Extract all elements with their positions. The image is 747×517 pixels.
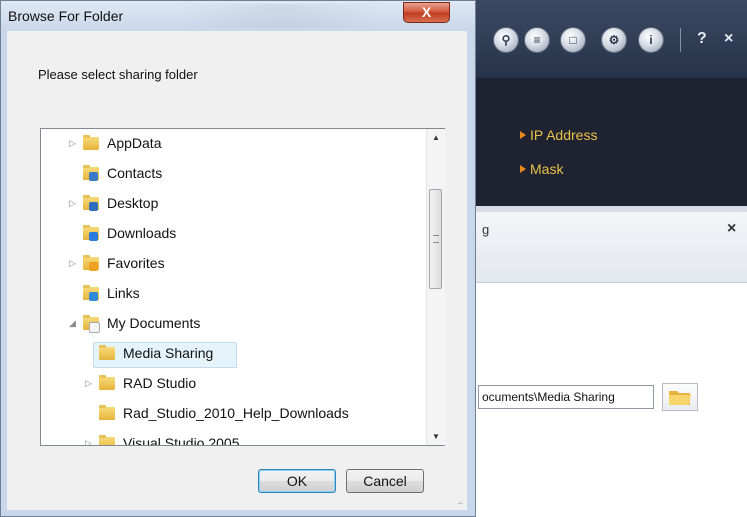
settings-panel-title: g xyxy=(482,222,490,237)
folder-tree[interactable]: ▷ AppData Contacts ▷ Desktop Downloads ▷ Favori… xyxy=(40,128,445,446)
expand-arrow-icon[interactable]: ▷ xyxy=(69,138,77,148)
tree-item[interactable]: Rad_Studio_2010_Help_Downloads xyxy=(41,401,426,427)
tree-item-label: AppData xyxy=(107,135,162,151)
tree-item[interactable]: ▷ RAD Studio xyxy=(41,371,426,397)
expand-arrow-icon xyxy=(85,408,93,418)
bullet-icon xyxy=(520,131,526,139)
expand-arrow-icon xyxy=(85,348,93,358)
tree-item-label: Favorites xyxy=(107,255,165,271)
tree-item[interactable]: ▷ Visual Studio 2005 xyxy=(41,431,426,446)
tree-item[interactable]: Media Sharing xyxy=(41,341,426,368)
help-button[interactable]: ? xyxy=(697,30,707,48)
gear-icon[interactable]: ⚙ xyxy=(601,27,627,53)
expand-arrow-icon xyxy=(69,288,77,298)
search-icon[interactable]: ⚲ xyxy=(493,27,519,53)
tree-item[interactable]: ▷ Desktop xyxy=(41,191,426,217)
ok-button[interactable]: OK xyxy=(258,469,336,493)
dialog-title: Browse For Folder xyxy=(8,8,124,24)
tree-item-label: Desktop xyxy=(107,195,159,211)
document-icon[interactable]: □ xyxy=(560,27,586,53)
folder-icon xyxy=(99,405,117,421)
cancel-button[interactable]: Cancel xyxy=(346,469,424,493)
settings-panel-close-button[interactable]: × xyxy=(727,220,736,238)
browse-for-folder-dialog: Browse For Folder X Please select sharin… xyxy=(0,0,476,517)
desktop-folder-icon xyxy=(83,195,101,211)
dialog-close-button[interactable]: X xyxy=(403,2,450,23)
info-item-mask: Mask xyxy=(520,161,563,177)
tree-item[interactable]: ◢ My Documents xyxy=(41,311,426,337)
downloads-folder-icon xyxy=(83,225,101,241)
dialog-frame-bottom xyxy=(1,510,475,516)
tree-item-label: Links xyxy=(107,285,140,301)
close-icon: X xyxy=(421,4,432,20)
folder-icon xyxy=(669,391,691,405)
app-close-button[interactable]: × xyxy=(724,30,733,48)
settings-panel-header xyxy=(470,212,747,283)
tree-item-label: Contacts xyxy=(107,165,163,181)
links-folder-icon xyxy=(83,285,101,301)
sharing-path-field[interactable]: ocuments\Media Sharing xyxy=(478,385,654,409)
contacts-folder-icon xyxy=(83,165,101,181)
scroll-down-arrow-icon[interactable]: ▼ xyxy=(427,428,445,445)
expand-arrow-icon[interactable]: ▷ xyxy=(69,258,77,268)
toolbar-divider xyxy=(680,28,681,52)
tree-scrollbar[interactable]: ▲ ▼ xyxy=(426,129,445,445)
folder-icon xyxy=(99,375,117,391)
resize-grip-icon[interactable]: ∸ xyxy=(457,499,467,509)
network-info-panel xyxy=(470,78,747,206)
documents-folder-icon xyxy=(83,315,101,333)
expand-arrow-icon xyxy=(69,168,77,178)
info-item-ip-address: IP Address xyxy=(520,127,597,143)
scroll-thumb[interactable] xyxy=(429,189,442,289)
expand-arrow-icon[interactable]: ▷ xyxy=(69,198,77,208)
browse-folder-button[interactable] xyxy=(662,383,698,411)
scroll-up-arrow-icon[interactable]: ▲ xyxy=(427,129,445,146)
tree-item-label: Media Sharing xyxy=(123,345,214,361)
tree-item-label: RAD Studio xyxy=(123,375,197,391)
expand-arrow-icon[interactable]: ▷ xyxy=(85,438,93,445)
grip-icon xyxy=(433,235,439,243)
dialog-frame-right xyxy=(467,31,475,516)
tree-item-label: Visual Studio 2005 xyxy=(123,435,240,446)
tree-item-label: Rad_Studio_2010_Help_Downloads xyxy=(123,405,349,421)
titlebar-glass-effect xyxy=(171,4,391,28)
tree-item[interactable]: ▷ AppData xyxy=(41,131,426,157)
bullet-icon xyxy=(520,165,526,173)
dialog-prompt: Please select sharing folder xyxy=(38,67,198,82)
expand-arrow-icon xyxy=(69,228,77,238)
tree-item-label: Downloads xyxy=(107,225,177,241)
favorites-folder-icon xyxy=(83,255,101,271)
folder-icon xyxy=(99,435,117,445)
tree-item-label: My Documents xyxy=(107,315,201,331)
tree-item[interactable]: Contacts xyxy=(41,161,426,187)
collapse-arrow-icon[interactable]: ◢ xyxy=(69,318,77,328)
list-icon[interactable]: ≡ xyxy=(524,27,550,53)
folder-icon xyxy=(83,135,101,151)
expand-arrow-icon[interactable]: ▷ xyxy=(85,378,93,388)
folder-icon xyxy=(99,345,117,361)
tree-item[interactable]: Links xyxy=(41,281,426,307)
tree-item[interactable]: Downloads xyxy=(41,221,426,247)
info-icon[interactable]: i xyxy=(638,27,664,53)
tree-item[interactable]: ▷ Favorites xyxy=(41,251,426,277)
